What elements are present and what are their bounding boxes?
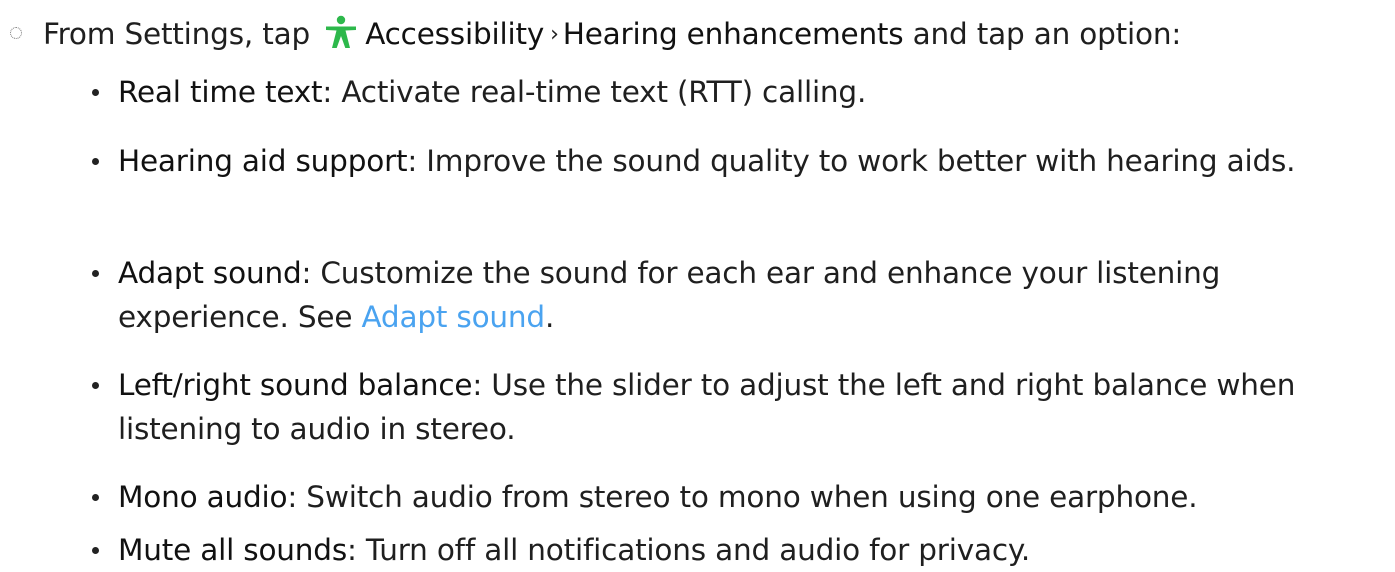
list-item-hearing-aid-support: Hearing aid support: Improve the sound q… [92,139,1373,183]
option-term: Mono audio [118,480,288,514]
accessibility-icon [323,14,359,50]
step-instruction-line: From Settings, tap Accessibility › Hearing… [10,12,1181,56]
option-term: Left/right sound balance [118,368,473,402]
option-description: : Improve the sound quality to work bett… [407,144,1296,178]
option-term: Adapt sound [118,256,302,290]
list-item-left-right-sound-balance: Left/right sound balance: Use the slider… [92,363,1373,451]
option-description: : Turn off all notifications and audio f… [347,533,1031,567]
bullet-icon [92,494,99,501]
adapt-sound-link[interactable]: Adapt sound [361,300,545,334]
step-suffix-text: and tap an option: [912,17,1182,51]
option-term: Mute all sounds [118,533,347,567]
bullet-icon [92,382,99,389]
option-description-end: . [544,300,555,334]
option-term: Real time text [118,75,323,109]
list-item-real-time-text: Real time text: Activate real-time text … [92,70,1373,114]
accessibility-menu-label: Accessibility [365,17,545,51]
chevron-right-icon: › [550,22,559,47]
list-item-adapt-sound: Adapt sound: Customize the sound for eac… [92,251,1373,339]
bullet-icon [92,89,99,96]
list-item-mute-all-sounds: Mute all sounds: Turn off all notificati… [92,528,1373,572]
option-term: Hearing aid support [118,144,408,178]
list-item-mono-audio: Mono audio: Switch audio from stereo to … [92,475,1373,519]
bullet-icon [92,270,99,277]
option-description: : Activate real-time text (RTT) calling. [322,75,867,109]
hearing-enhancements-menu-label: Hearing enhancements [562,17,904,51]
option-description: : Switch audio from stereo to mono when … [287,480,1198,514]
bullet-icon [92,158,99,165]
step-prefix-text: From Settings, tap [43,17,310,51]
step-marker-icon [10,26,22,39]
bullet-icon [92,547,99,554]
